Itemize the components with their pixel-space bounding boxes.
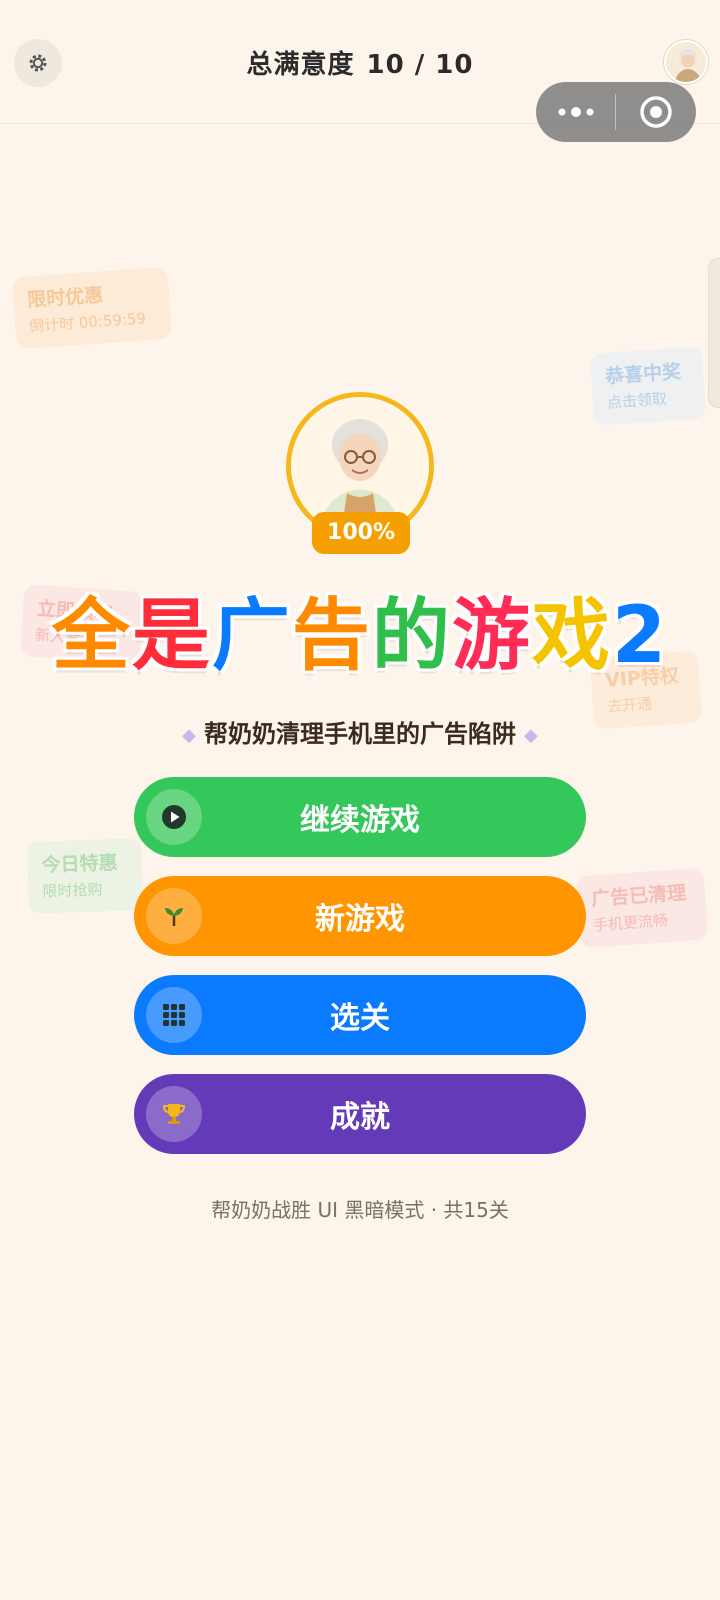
title-char: 告 — [291, 591, 372, 681]
grid-icon — [146, 987, 202, 1043]
title-char: 广 — [211, 591, 292, 681]
ad-tag-cleaned[interactable]: 广告已清理 手机更流畅 — [575, 867, 709, 949]
close-miniprogram-button[interactable] — [616, 82, 695, 142]
ad-tag-title: 今日特惠 — [41, 851, 118, 877]
footer-note: 帮奶奶战胜 UI 黑暗模式 · 共15关 — [211, 1198, 509, 1222]
edge-ad-tab[interactable] — [708, 258, 720, 408]
ad-tag-prize[interactable]: 恭喜中奖 点击领取 — [589, 346, 707, 427]
target-icon — [639, 96, 672, 128]
level-select-label: 选关 — [330, 1001, 390, 1036]
title-char: 游 — [451, 591, 532, 681]
continue-game-button[interactable]: 继续游戏 — [134, 777, 586, 857]
ad-tag-title: 限时优惠 — [26, 284, 104, 312]
game-title: 全是广告的游戏2 — [0, 588, 720, 684]
title-char: 戏 — [531, 591, 612, 681]
ad-tag-subtitle: 手机更流畅 — [592, 910, 669, 935]
subtitle-text: 帮奶奶清理手机里的广告陷阱 — [204, 720, 516, 748]
game-subtitle: ◆ 帮奶奶清理手机里的广告陷阱 ◆ — [0, 714, 720, 749]
achievements-button[interactable]: 成就 — [134, 1074, 586, 1154]
more-dots-icon — [558, 107, 593, 117]
ad-tag-subtitle: 倒计时 00:59:59 — [28, 308, 147, 336]
ad-tag-title: 恭喜中奖 — [604, 360, 682, 388]
play-icon — [146, 789, 202, 845]
satisfaction-label: 总满意度 — [246, 50, 355, 80]
title-char: 2 — [611, 591, 669, 681]
title-char: 是 — [131, 591, 212, 681]
title-char: 全 — [51, 591, 132, 681]
achievements-label: 成就 — [330, 1100, 390, 1135]
title-char: 的 — [371, 591, 452, 681]
continue-game-label: 继续游戏 — [300, 803, 420, 838]
trophy-icon — [146, 1086, 202, 1142]
miniprogram-capsule — [536, 82, 696, 142]
more-button[interactable] — [536, 82, 615, 142]
level-select-button[interactable]: 选关 — [134, 975, 586, 1055]
sprout-icon — [146, 888, 202, 944]
ad-tag-daily-deal[interactable]: 今日特惠 限时抢购 — [26, 838, 144, 915]
ad-tag-limited-offer[interactable]: 限时优惠 倒计时 00:59:59 — [11, 266, 173, 350]
ad-tag-title: 广告已清理 — [590, 881, 687, 911]
ad-tag-subtitle: 限时抢购 — [42, 880, 103, 901]
satisfaction-header: 总满意度 10 / 10 — [0, 44, 720, 81]
subtitle-dot-right: ◆ — [524, 724, 538, 746]
satisfaction-score: 10 / 10 — [366, 50, 474, 80]
new-game-button[interactable]: 新游戏 — [134, 876, 586, 956]
satisfaction-badge: 100% — [312, 512, 410, 554]
ad-tag-subtitle: 点击领取 — [606, 389, 668, 412]
new-game-label: 新游戏 — [315, 902, 405, 937]
subtitle-dot-left: ◆ — [182, 724, 196, 746]
profile-avatar[interactable] — [664, 40, 708, 84]
